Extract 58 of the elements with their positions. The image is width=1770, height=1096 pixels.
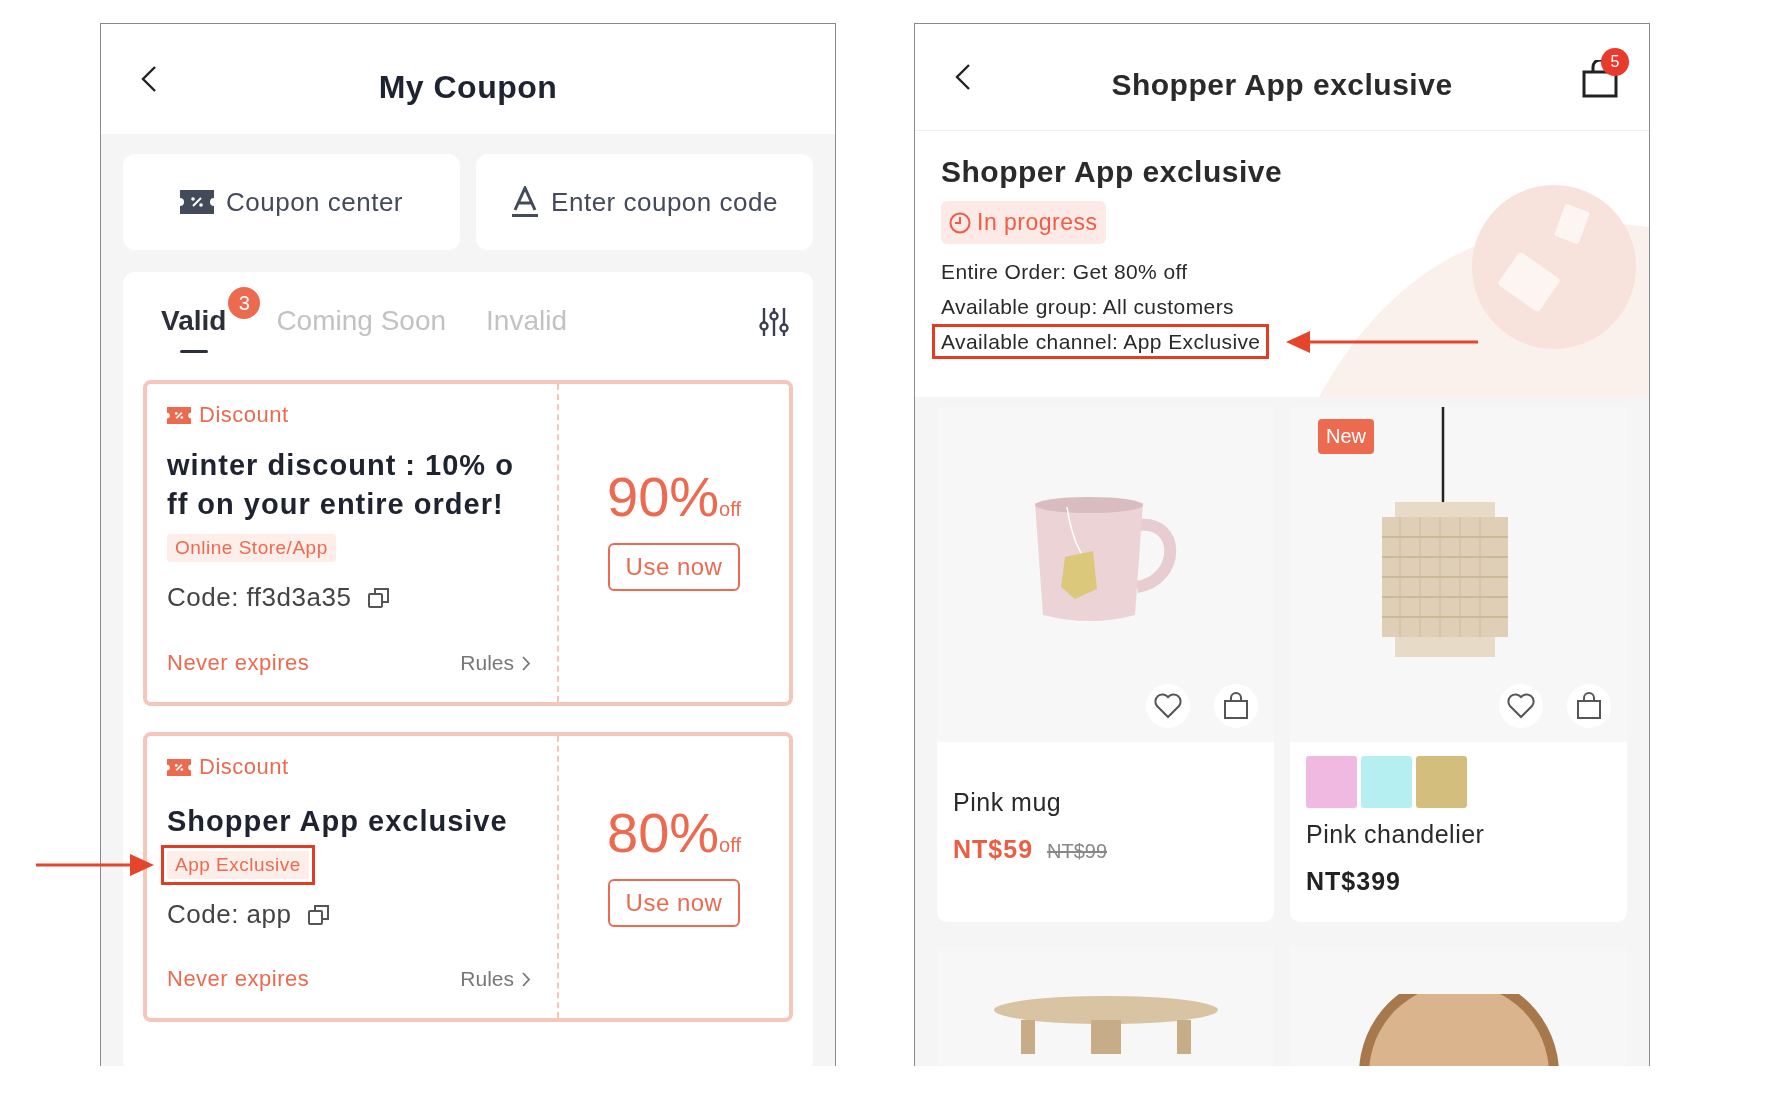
expiry-text: Never expires <box>167 650 310 676</box>
detail-text: Available group: All customers <box>941 295 1234 318</box>
back-icon[interactable] <box>141 65 157 93</box>
screen-title: My Coupon <box>378 68 558 106</box>
expiry-text: Never expires <box>167 966 310 992</box>
product-name: Pink mug <box>953 788 1063 817</box>
copy-icon[interactable] <box>307 902 332 927</box>
cart-count-badge: 5 <box>1601 48 1629 76</box>
action-button[interactable]: Coupon center <box>123 154 460 250</box>
favorite-button[interactable] <box>1146 684 1190 728</box>
coupon-code: Code: ff3d3a35 <box>167 582 352 613</box>
use-now-button[interactable]: Use now <box>607 543 741 591</box>
rules-link[interactable]: Rules <box>460 967 531 991</box>
product-price: NT$399 <box>1306 867 1401 896</box>
add-to-cart-button[interactable] <box>1567 684 1611 728</box>
coupon-type-label: Discount <box>199 754 289 780</box>
status-label: In progress <box>977 209 1098 236</box>
use-now-button[interactable]: Use now <box>607 879 741 927</box>
coupon-title: winter discount : 10% o ff on your entire order! <box>167 448 515 522</box>
coupon-code: Code: app <box>167 899 292 930</box>
product-name: Pink chandelier <box>1306 820 1486 849</box>
channel-tag: App Exclusive <box>167 851 309 879</box>
discount-value: 90% <box>607 464 720 529</box>
color-swatch[interactable] <box>1416 756 1467 808</box>
shopping-bag-icon <box>1223 692 1249 720</box>
color-swatch[interactable] <box>1306 756 1357 808</box>
coupon-type-label: Discount <box>199 402 289 428</box>
chevron-right-icon <box>522 971 531 987</box>
detail-text: Entire Order: Get 80% off <box>941 260 1188 283</box>
ticket-icon <box>167 758 191 776</box>
ticket-icon <box>179 190 214 214</box>
heart-icon <box>1154 693 1182 719</box>
original-price: NT$99 <box>1047 840 1108 863</box>
count-badge: 3 <box>228 287 261 319</box>
discount-value: 80% <box>607 800 720 865</box>
back-icon[interactable] <box>955 63 971 91</box>
favorite-button[interactable] <box>1499 684 1543 728</box>
ticket-icon <box>167 406 191 424</box>
filter-icon[interactable] <box>759 306 789 338</box>
heart-icon <box>1507 693 1535 719</box>
coupon-title: Shopper App exclusive <box>167 804 509 839</box>
discount-unit: off <box>719 834 741 857</box>
action-button[interactable]: Enter coupon code <box>476 154 813 250</box>
copy-icon[interactable] <box>367 585 392 610</box>
rules-link[interactable]: Rules <box>460 651 531 675</box>
chevron-right-icon <box>522 655 531 671</box>
screen-title: Shopper App exclusive <box>1111 68 1453 102</box>
add-to-cart-button[interactable] <box>1214 684 1258 728</box>
discount-unit: off <box>719 498 741 521</box>
shopping-bag-icon <box>1576 692 1602 720</box>
new-badge: New <box>1318 419 1374 454</box>
color-swatch[interactable] <box>1361 756 1412 808</box>
clock-icon <box>949 211 971 234</box>
channel-tag: Online Store/App <box>167 534 336 562</box>
product-price: NT$59 <box>953 835 1034 864</box>
promotion-title: Shopper App exclusive <box>941 155 1284 189</box>
detail-text: Available channel: App Exclusive <box>941 330 1261 353</box>
letter-a-icon <box>511 186 540 218</box>
